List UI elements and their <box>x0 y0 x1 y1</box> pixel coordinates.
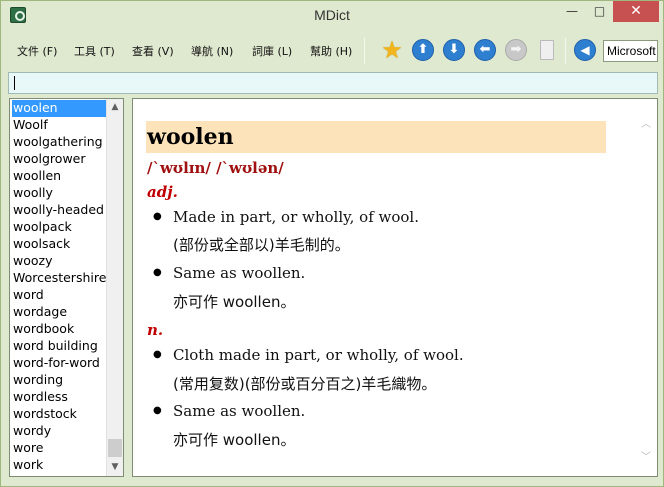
star-icon[interactable]: ★ <box>380 38 404 63</box>
word-list-item[interactable]: word building <box>12 338 108 355</box>
definition-scrollbar[interactable]: ︿ ﹀ <box>639 115 653 463</box>
speak-button[interactable]: ◀ <box>574 39 598 63</box>
menu-view[interactable]: 查看 (V) <box>132 43 174 59</box>
word-list[interactable]: woolen Woolf woolgathering woolgrower wo… <box>9 98 124 477</box>
text-caret <box>14 76 15 90</box>
maximize-button[interactable]: □ <box>586 1 613 22</box>
document-icon <box>540 40 554 60</box>
part-of-speech: adj. <box>147 183 178 201</box>
bullet-icon: ● <box>153 349 162 360</box>
voice-select[interactable]: Microsoft <box>603 40 658 62</box>
title-bar: MDict — □ ✕ <box>1 1 663 31</box>
word-list-item[interactable]: woollen <box>12 168 108 185</box>
arrow-down-icon: ⬇ <box>443 39 465 61</box>
word-list-item[interactable]: wordless <box>12 389 108 406</box>
arrow-up-icon: ⬆ <box>412 39 434 61</box>
sense-chinese: (常用复数)(部份或百分百之)羊毛織物。 <box>173 375 437 393</box>
word-list-item[interactable]: woolly-headed <box>12 202 108 219</box>
scroll-up-icon[interactable]: ︿ <box>639 115 653 130</box>
sense-chinese: 亦可作 woollen。 <box>173 431 296 449</box>
scroll-up-icon[interactable]: ▲ <box>107 99 123 116</box>
pronunciation: /ˋwʊlɪn/ /ˋwʊlən/ <box>147 159 284 177</box>
forward-button[interactable]: ➡ <box>505 39 529 63</box>
sense-english: Made in part, or wholly, of wool. <box>173 208 419 226</box>
word-list-item[interactable]: woolsack <box>12 236 108 253</box>
arrow-up-button[interactable]: ⬆ <box>412 39 436 63</box>
scroll-down-icon[interactable]: ▼ <box>107 459 123 476</box>
search-input[interactable] <box>8 72 658 94</box>
toolbar-separator <box>565 38 566 64</box>
sense-chinese: (部份或全部以)羊毛制的。 <box>173 236 350 254</box>
word-list-item[interactable]: woozy <box>12 253 108 270</box>
scroll-down-icon[interactable]: ﹀ <box>639 448 653 463</box>
word-list-item[interactable]: woolpack <box>12 219 108 236</box>
word-list-item[interactable]: work <box>12 457 108 474</box>
sense-chinese: 亦可作 woollen。 <box>173 293 296 311</box>
word-list-item[interactable]: woolly <box>12 185 108 202</box>
arrow-down-button[interactable]: ⬇ <box>443 39 467 63</box>
menu-toolbar: 文件 (F) 工具 (T) 查看 (V) 導航 (N) 詞庫 (L) 幫助 (H… <box>8 35 658 67</box>
speaker-icon: ◀ <box>574 39 596 61</box>
word-list-item[interactable]: workable <box>12 474 108 476</box>
word-list-item[interactable]: wordage <box>12 304 108 321</box>
word-list-item-selected[interactable]: woolen <box>12 100 108 117</box>
word-list-item[interactable]: word-for-word <box>12 355 108 372</box>
back-button[interactable]: ⬅ <box>474 39 498 63</box>
toolbar-separator <box>364 38 365 64</box>
close-button[interactable]: ✕ <box>613 1 659 22</box>
definition-pane: woolen /ˋwʊlɪn/ /ˋwʊlən/ adj. ● Made in … <box>132 98 658 477</box>
word-list-item[interactable]: Woolf <box>12 117 108 134</box>
sense-english: Cloth made in part, or wholly, of wool. <box>173 346 464 364</box>
menu-file[interactable]: 文件 (F) <box>17 43 57 59</box>
part-of-speech: n. <box>147 321 164 339</box>
menu-help[interactable]: 幫助 (H) <box>310 43 352 59</box>
word-list-item[interactable]: word <box>12 287 108 304</box>
minimize-button[interactable]: — <box>558 1 586 22</box>
bullet-icon: ● <box>153 267 162 278</box>
word-list-item[interactable]: woolgrower <box>12 151 108 168</box>
word-list-item[interactable]: wording <box>12 372 108 389</box>
word-list-item[interactable]: wordbook <box>12 321 108 338</box>
sense-english: Same as woollen. <box>173 402 306 420</box>
arrow-left-icon: ⬅ <box>474 39 496 61</box>
word-list-item[interactable]: wore <box>12 440 108 457</box>
headword: woolen <box>146 121 606 153</box>
document-button[interactable] <box>535 39 559 63</box>
bullet-icon: ● <box>153 405 162 416</box>
word-list-item[interactable]: wordy <box>12 423 108 440</box>
menu-library[interactable]: 詞庫 (L) <box>252 43 292 59</box>
scrollbar-thumb[interactable] <box>108 439 122 457</box>
bullet-icon: ● <box>153 211 162 222</box>
word-list-item[interactable]: wordstock <box>12 406 108 423</box>
word-list-scrollbar[interactable]: ▲ ▼ <box>106 99 123 476</box>
mdict-window: MDict — □ ✕ 文件 (F) 工具 (T) 查看 (V) 導航 (N) … <box>0 0 664 487</box>
word-list-item[interactable]: woolgathering <box>12 134 108 151</box>
arrow-right-icon: ➡ <box>505 39 527 61</box>
word-list-item[interactable]: Worcestershire <box>12 270 108 287</box>
menu-tools[interactable]: 工具 (T) <box>74 43 115 59</box>
menu-navigate[interactable]: 導航 (N) <box>191 43 233 59</box>
sense-english: Same as woollen. <box>173 264 306 282</box>
